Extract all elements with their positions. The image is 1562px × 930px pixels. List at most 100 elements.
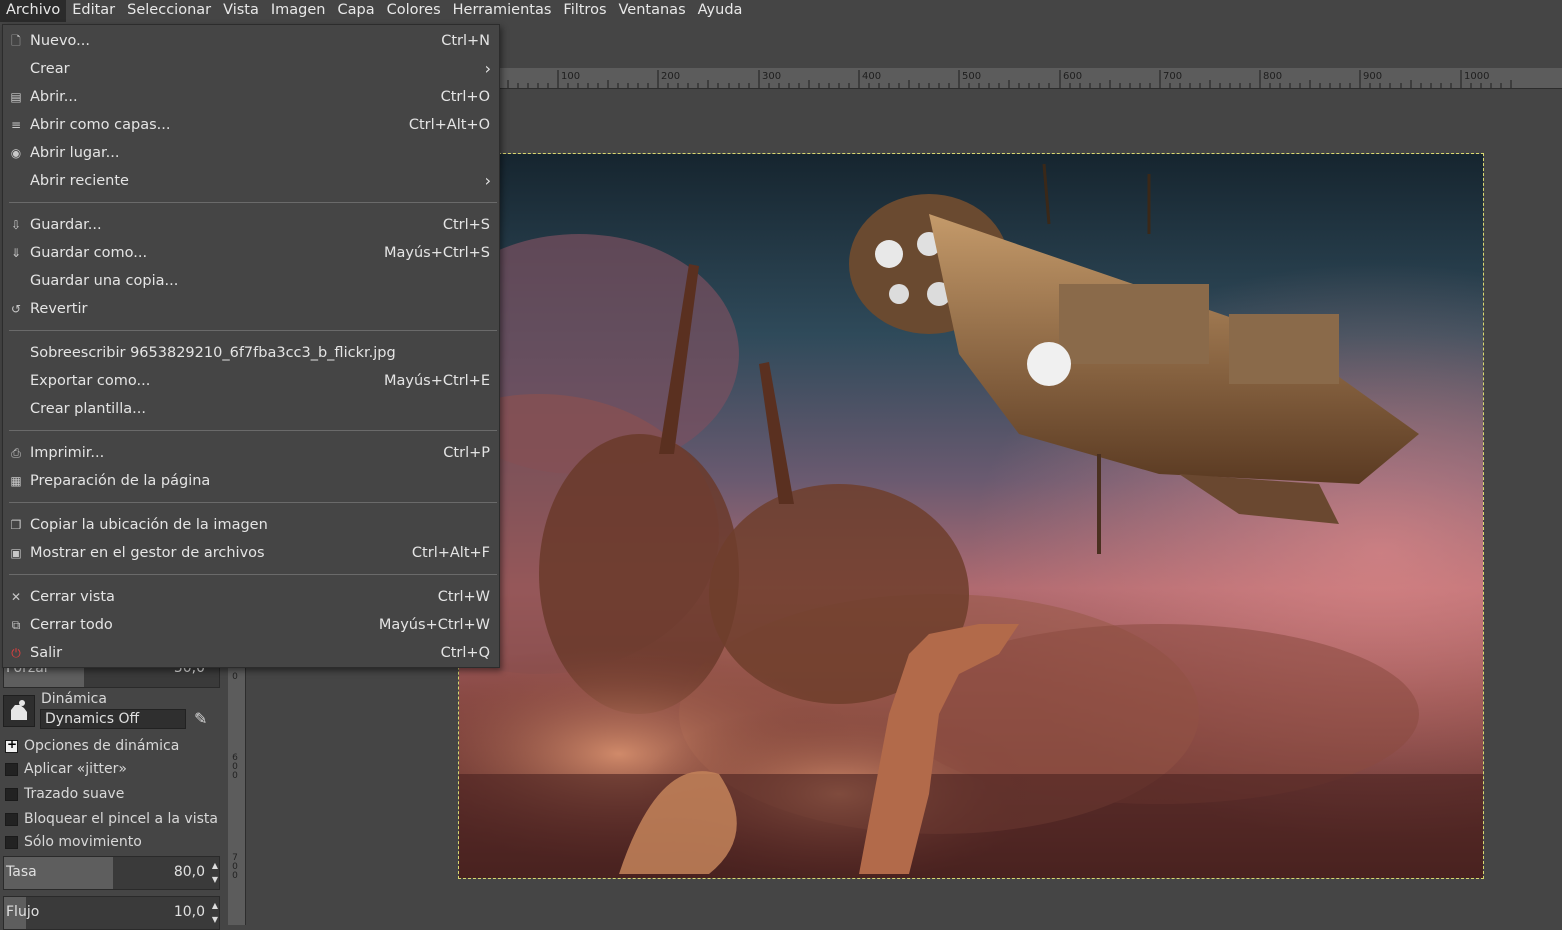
rate-spinner-icon[interactable]: ▲ ▼ [212,859,218,887]
globe-icon: ◉ [10,146,22,160]
close-all-icon: ⧉ [11,618,21,632]
vruler-label: 7 0 0 [232,853,238,881]
menu-item-label: Preparación de la página [30,473,211,489]
menu-item-create-template[interactable]: Crear plantilla... [3,396,499,424]
image-canvas[interactable] [458,153,1484,879]
menu-item-shortcut: Ctrl+Q [440,645,490,661]
dynamics-select[interactable]: Dynamics Off [40,709,186,729]
menu-item-label: Mostrar en el gestor de archivos [30,545,265,561]
apply-jitter-checkbox[interactable] [5,762,18,776]
menu-capa[interactable]: Capa [332,0,381,22]
menu-item-shortcut: Ctrl+O [440,89,490,105]
open-file-icon: ▤ [10,90,22,104]
chevron-right-icon: › [484,59,491,78]
menu-item-label: Nuevo... [30,33,90,49]
ruler-label: 300 [762,71,781,82]
ruler-label: 700 [1163,71,1182,82]
menu-item-save-copy[interactable]: Guardar una copia... [3,268,499,296]
ruler-label: 200 [661,71,680,82]
menu-vista[interactable]: Vista [217,0,265,22]
menu-item-page-setup[interactable]: ▦ Preparación de la página [3,468,499,496]
menu-item-export-as[interactable]: Exportar como... Mayús+Ctrl+E [3,368,499,396]
revert-icon: ↺ [10,302,22,316]
menu-item-shortcut: Ctrl+W [437,589,490,605]
menu-filtros[interactable]: Filtros [557,0,612,22]
menu-item-revert[interactable]: ↺ Revertir [3,296,499,324]
flow-value: 10,0 [173,904,205,920]
menu-item-label: Guardar como... [30,245,148,261]
menu-item-print[interactable]: ⎙ Imprimir... Ctrl+P [3,440,499,468]
menu-item-shortcut: Mayús+Ctrl+E [384,373,490,389]
lock-brush-row[interactable]: Bloquear el pincel a la vista [5,811,218,827]
menu-item-close-view[interactable]: ✕ Cerrar vista Ctrl+W [3,584,499,612]
horizontal-ruler[interactable]: 100 200 300 400 500 600 700 800 900 1000 [500,68,1562,89]
smooth-stroke-row[interactable]: Trazado suave [5,786,124,802]
lock-brush-checkbox[interactable] [5,812,18,826]
vruler-label: 0 [232,672,238,682]
menu-item-label: Salir [30,645,63,661]
ruler-label: 100 [561,71,580,82]
ruler-label: 1000 [1464,71,1489,82]
ruler-label: 900 [1363,71,1382,82]
menu-colores[interactable]: Colores [381,0,447,22]
menu-item-overwrite[interactable]: Sobreescribir 9653829210_6f7fba3cc3_b_fl… [3,340,499,368]
menu-item-label: Guardar... [30,217,102,233]
layers-icon: ≡ [10,118,22,132]
ruler-label: 600 [1063,71,1082,82]
flow-spinner-icon[interactable]: ▲ ▼ [212,899,218,927]
menu-seleccionar[interactable]: Seleccionar [121,0,217,22]
menu-item-copy-location[interactable]: ❐ Copiar la ubicación de la imagen [3,512,499,540]
menu-ventanas[interactable]: Ventanas [613,0,692,22]
menu-item-open-location[interactable]: ◉ Abrir lugar... [3,140,499,168]
menu-editar[interactable]: Editar [66,0,121,22]
menu-item-open[interactable]: ▤ Abrir... Ctrl+O [3,84,499,112]
artwork-image [459,154,1483,878]
menu-item-open-as-layers[interactable]: ≡ Abrir como capas... Ctrl+Alt+O [3,112,499,140]
menu-item-label: Imprimir... [30,445,105,461]
rate-slider[interactable]: Tasa 80,0 ▲ ▼ [3,856,220,890]
menu-item-label: Sobreescribir 9653829210_6f7fba3cc3_b_fl… [30,345,396,361]
menu-ayuda[interactable]: Ayuda [692,0,749,22]
smooth-stroke-checkbox[interactable] [5,787,18,801]
menu-item-label: Exportar como... [30,373,151,389]
close-icon: ✕ [10,590,22,604]
edit-dynamics-icon[interactable]: ✎ [194,709,216,729]
file-menu: 🗋 Nuevo... Ctrl+N Crear › ▤ Abrir... Ctr… [2,24,500,668]
menu-item-close-all[interactable]: ⧉ Cerrar todo Mayús+Ctrl+W [3,612,499,640]
menu-separator [9,202,497,203]
menu-item-label: Crear plantilla... [30,401,146,417]
motion-only-row[interactable]: Sólo movimiento [5,834,142,850]
dynamics-options-row[interactable]: Opciones de dinámica [5,737,180,754]
menu-item-label: Revertir [30,301,88,317]
menu-item-save[interactable]: ⇩ Guardar... Ctrl+S [3,212,499,240]
menu-separator [9,502,497,503]
apply-jitter-row[interactable]: Aplicar «jitter» [5,761,127,777]
menu-item-create[interactable]: Crear › [3,56,499,84]
menu-separator [9,430,497,431]
menu-item-label: Cerrar todo [30,617,113,633]
ruler-label: 800 [1263,71,1282,82]
menu-item-shortcut: Ctrl+N [441,33,490,49]
motion-only-label: Sólo movimiento [24,834,142,850]
smooth-stroke-label: Trazado suave [24,786,125,802]
vruler-label: 6 0 0 [232,753,238,781]
vertical-ruler[interactable]: 0 6 0 0 7 0 0 [228,650,246,925]
menu-imagen[interactable]: Imagen [265,0,332,22]
menu-item-label: Crear [30,61,70,77]
ruler-label: 500 [962,71,981,82]
expand-icon[interactable] [5,737,18,753]
menu-herramientas[interactable]: Herramientas [447,0,558,22]
printer-icon: ⎙ [11,446,21,460]
dynamics-options-label: Opciones de dinámica [24,738,180,754]
ruler-ticks: 100 200 300 400 500 600 700 800 900 1000 [507,70,1512,88]
motion-only-checkbox[interactable] [5,835,18,849]
menu-archivo[interactable]: Archivo [0,0,67,22]
menu-item-new[interactable]: 🗋 Nuevo... Ctrl+N [3,28,499,56]
menu-item-open-recent[interactable]: Abrir reciente › [3,168,499,196]
menubar: Archivo Editar Seleccionar Vista Imagen … [0,0,1562,22]
menu-item-quit[interactable]: ⏻ Salir Ctrl+Q [3,640,499,668]
menu-item-show-in-file-manager[interactable]: ▣ Mostrar en el gestor de archivos Ctrl+… [3,540,499,568]
dynamics-preview-icon[interactable] [3,695,35,727]
menu-item-save-as[interactable]: ⇓ Guardar como... Mayús+Ctrl+S [3,240,499,268]
menu-item-shortcut: Ctrl+P [443,445,490,461]
